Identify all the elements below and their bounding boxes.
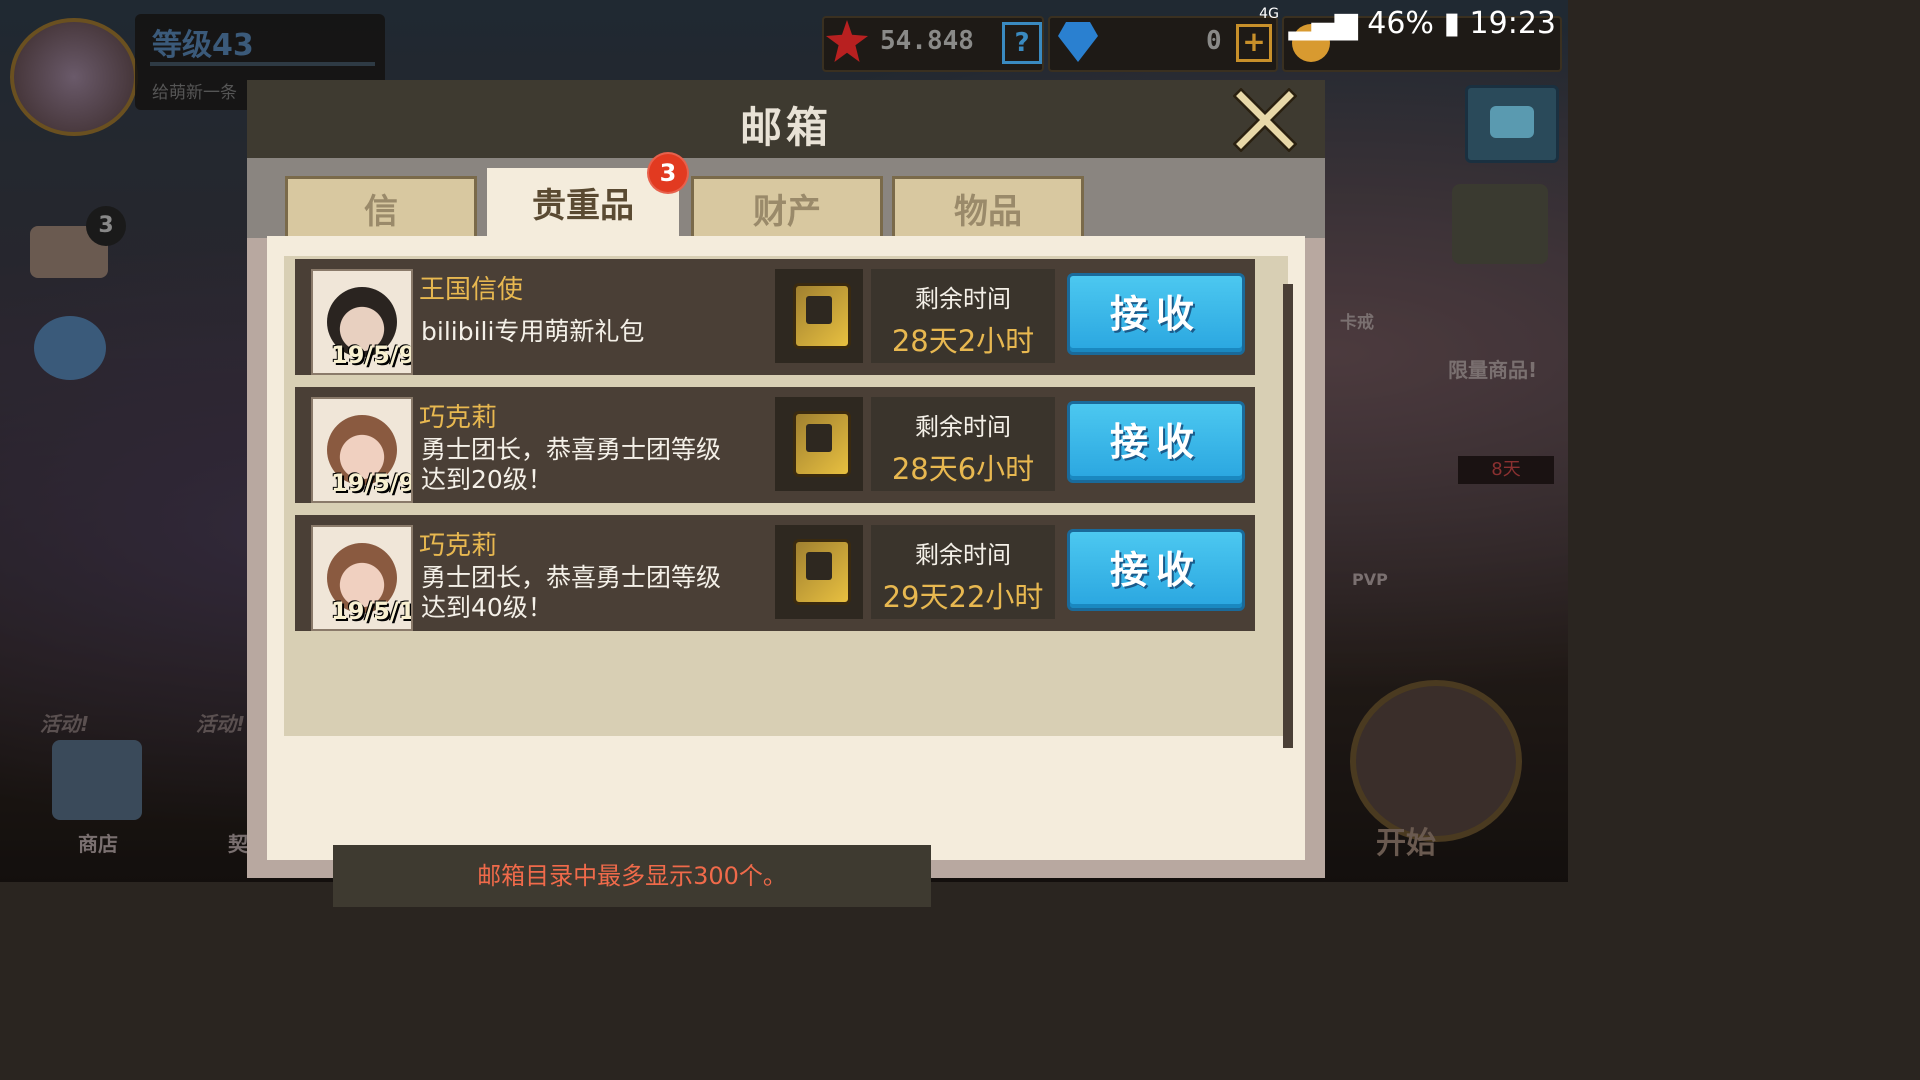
- close-button[interactable]: [1232, 87, 1298, 153]
- mail-message: bilibili专用萌新礼包: [421, 317, 645, 346]
- mail-item: 19/5/9 巧克莉 勇士团长，恭喜勇士团等级达到20级！ 剩余时间 28天6小…: [292, 384, 1258, 506]
- network-indicator: 4G: [1259, 6, 1279, 22]
- list-scrollbar[interactable]: [1283, 284, 1293, 748]
- battery-icon: ▮: [1443, 6, 1460, 41]
- mailbox-title: 邮箱: [739, 103, 832, 152]
- time-value: 28天6小时: [891, 452, 1035, 486]
- side-label-limited: 限量商品!: [1448, 358, 1538, 382]
- mail-item: 19/5/11 巧克莉 勇士团长，恭喜勇士团等级达到40级！ 剩余时间 29天2…: [292, 512, 1258, 634]
- medal-value: 54.848: [880, 26, 974, 56]
- time-label: 剩余时间: [915, 285, 1011, 313]
- time-remaining: 剩余时间 28天6小时: [871, 397, 1055, 491]
- shop-chest-icon[interactable]: [1452, 184, 1548, 264]
- time-label: 剩余时间: [915, 413, 1011, 441]
- level-sub-label: 给萌新一条: [152, 83, 237, 103]
- sender-name: 巧克莉: [419, 403, 498, 433]
- mail-list[interactable]: 19/5/9 王国信使 bilibili专用萌新礼包 剩余时间 28天2小时 接…: [284, 256, 1293, 748]
- sender-avatar: 19/5/11: [311, 525, 413, 631]
- time-value: 28天2小时: [891, 324, 1035, 358]
- side-timer: 8天: [1458, 456, 1554, 484]
- close-icon: [1232, 87, 1298, 153]
- mailbox-header: 邮箱: [247, 80, 1325, 158]
- time-remaining: 剩余时间 29天22小时: [871, 525, 1055, 619]
- level-label: 等级43: [152, 28, 254, 63]
- player-avatar[interactable]: [10, 18, 138, 136]
- tab-letters[interactable]: 信: [285, 176, 477, 245]
- exp-bar: [150, 62, 375, 66]
- mail-date: 19/5/9: [331, 341, 413, 369]
- shop-icon[interactable]: [52, 740, 142, 820]
- chat-button[interactable]: [1465, 85, 1559, 163]
- gem-value: 0: [1206, 26, 1222, 56]
- sender-name: 王国信使: [419, 275, 524, 305]
- mail-item: 19/5/9 王国信使 bilibili专用萌新礼包 剩余时间 28天2小时 接…: [292, 256, 1258, 378]
- friends-icon[interactable]: [34, 316, 106, 380]
- clock: 19:23: [1469, 6, 1556, 41]
- scroll-icon: [793, 411, 851, 477]
- mail-panel: 19/5/9 王国信使 bilibili专用萌新礼包 剩余时间 28天2小时 接…: [267, 236, 1305, 907]
- activity-label-2: 活动!: [196, 712, 246, 736]
- time-value: 29天22小时: [882, 580, 1044, 614]
- mailbox-dialog: 邮箱 信 贵重品 财产 物品 3 19/5/9 王国信使 bilibili专用萌…: [247, 80, 1325, 907]
- mail-message: 勇士团长，恭喜勇士团等级达到40级！: [421, 563, 722, 622]
- scroll-icon: [793, 283, 851, 349]
- pvp-label: PVP: [1352, 570, 1388, 589]
- reward-slot: [775, 397, 863, 491]
- mail-badge: 3: [86, 206, 126, 246]
- mailbox-limit-note: 邮箱目录中最多显示300个。: [333, 845, 931, 907]
- scroll-icon: [793, 539, 851, 605]
- tab-assets[interactable]: 财产: [691, 176, 883, 245]
- mail-date: 19/5/9: [331, 469, 413, 497]
- receive-button[interactable]: 接收: [1067, 273, 1245, 355]
- battery-percent: 46%: [1367, 6, 1434, 41]
- reward-slot: [775, 269, 863, 363]
- side-label-card: 卡戒: [1340, 313, 1374, 333]
- shop-label: 商店: [78, 832, 118, 856]
- time-remaining: 剩余时间 28天2小时: [871, 269, 1055, 363]
- receive-button[interactable]: 接收: [1067, 401, 1245, 483]
- sender-name: 巧克莉: [419, 531, 498, 561]
- mail-message: 勇士团长，恭喜勇士团等级达到20级！: [421, 435, 722, 494]
- mail-date: 19/5/11: [331, 597, 411, 625]
- tab-items[interactable]: 物品: [892, 176, 1084, 245]
- sender-avatar: 19/5/9: [311, 269, 413, 375]
- signal-icon: ▂▄▆: [1288, 6, 1358, 41]
- chat-icon: [1490, 106, 1534, 138]
- start-label: 开始: [1376, 826, 1436, 861]
- help-icon[interactable]: ?: [1002, 22, 1042, 64]
- sender-avatar: 19/5/9: [311, 397, 413, 503]
- activity-label-1: 活动!: [40, 712, 90, 736]
- time-label: 剩余时间: [915, 541, 1011, 569]
- receive-button[interactable]: 接收: [1067, 529, 1245, 611]
- status-bar: 4G ▂▄▆ 46% ▮ 19:23: [1259, 6, 1556, 41]
- reward-slot: [775, 525, 863, 619]
- tab-badge: 3: [647, 152, 689, 194]
